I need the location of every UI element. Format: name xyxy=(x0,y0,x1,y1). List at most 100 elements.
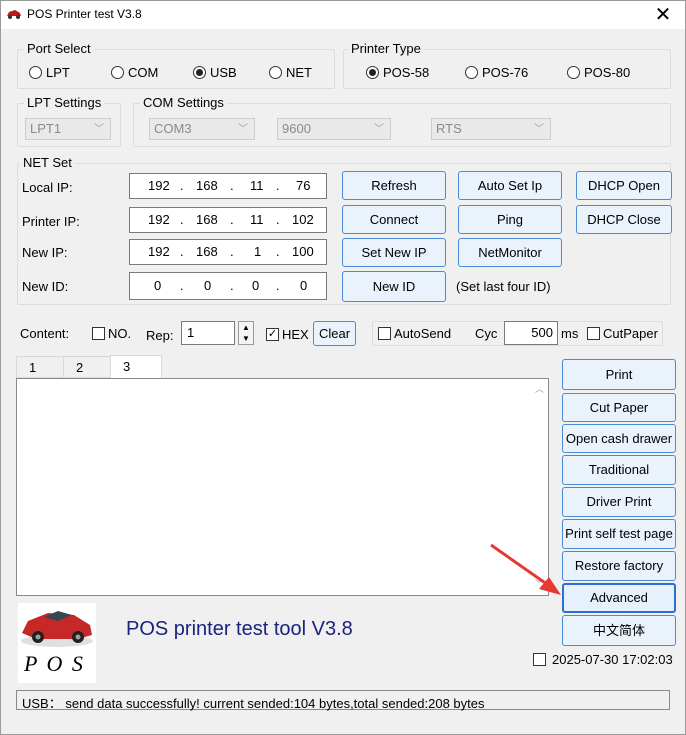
pos-logo: P O S xyxy=(18,603,96,683)
tool-title: POS printer test tool V3.8 xyxy=(126,618,353,640)
radio-pos58-circle xyxy=(366,66,379,79)
status-bar: USB： send data successfully! current sen… xyxy=(16,690,670,711)
flow-control-value: RTS xyxy=(436,121,462,136)
content-label: Content: xyxy=(20,326,70,341)
com-port-value: COM3 xyxy=(154,121,192,136)
app-window: POS Printer test V3.8 ✕ Port Select LPT … xyxy=(0,0,686,735)
printer-type-label: Printer Type xyxy=(348,41,424,56)
ip-dot: . xyxy=(276,244,280,259)
content-textarea[interactable] xyxy=(16,378,549,596)
hex-checkbox-label: HEX xyxy=(282,327,309,342)
tab-2[interactable]: 2 xyxy=(63,356,111,378)
net-set-label: NET Set xyxy=(20,155,75,170)
auto-set-ip-button[interactable]: Auto Set Ip xyxy=(458,171,562,200)
new-id-button[interactable]: New ID xyxy=(342,271,446,302)
radio-net[interactable]: NET xyxy=(269,65,312,80)
window-title: POS Printer test V3.8 xyxy=(27,7,142,21)
id-octet: 0 xyxy=(204,278,212,293)
chinese-simplified-button[interactable]: 中文简体 xyxy=(562,615,676,646)
rep-spinner[interactable]: ▲ ▼ xyxy=(238,321,254,345)
ip-dot: . xyxy=(180,178,184,193)
cyc-value: 500 xyxy=(531,325,553,340)
radio-lpt[interactable]: LPT xyxy=(29,65,70,80)
ip-octet: 192 xyxy=(148,178,170,193)
new-ip-input[interactable]: 192 . 168 . 1 . 100 xyxy=(129,239,327,265)
print-self-test-page-button[interactable]: Print self test page xyxy=(562,519,676,549)
spin-up-icon[interactable]: ▲ xyxy=(242,323,250,332)
cutpaper-checkbox[interactable]: CutPaper xyxy=(587,326,658,341)
ip-octet: 1 xyxy=(254,244,262,259)
ip-dot: . xyxy=(276,278,280,293)
no-checkbox[interactable]: NO. xyxy=(92,326,131,341)
restore-factory-button[interactable]: Restore factory xyxy=(562,551,676,581)
radio-usb-label: USB xyxy=(210,65,237,80)
ip-dot: . xyxy=(180,212,184,227)
net-monitor-button[interactable]: NetMonitor xyxy=(458,238,562,267)
dhcp-open-button[interactable]: DHCP Open xyxy=(576,171,672,200)
radio-pos58-label: POS-58 xyxy=(383,65,430,80)
hex-checkbox[interactable]: ✓ HEX xyxy=(266,327,309,342)
radio-pos76[interactable]: POS-76 xyxy=(465,65,528,80)
com-port-combo[interactable]: COM3 ﹀ xyxy=(149,118,255,140)
ip-octet: 11 xyxy=(250,212,264,227)
radio-pos80[interactable]: POS-80 xyxy=(567,65,630,80)
no-checkbox-label: NO. xyxy=(108,326,132,341)
dhcp-close-button[interactable]: DHCP Close xyxy=(576,205,672,234)
ip-dot: . xyxy=(276,178,280,193)
scroll-up-icon[interactable]: ︿ xyxy=(535,382,544,395)
radio-com[interactable]: COM xyxy=(111,65,158,80)
radio-com-circle xyxy=(111,66,124,79)
new-id-input[interactable]: 0 . 0 . 0 . 0 xyxy=(129,272,327,300)
chevron-down-icon: ﹀ xyxy=(238,124,248,135)
radio-pos80-circle xyxy=(567,66,580,79)
print-button[interactable]: Print xyxy=(562,359,676,390)
autosend-checkbox[interactable]: AutoSend xyxy=(378,326,451,341)
id-octet: 0 xyxy=(154,278,162,293)
chevron-down-icon: ﹀ xyxy=(94,124,104,135)
printer-ip-label: Printer IP: xyxy=(22,214,80,229)
spin-down-icon[interactable]: ▼ xyxy=(242,334,250,343)
tab-3[interactable]: 3 xyxy=(110,355,162,379)
red-car-icon xyxy=(21,611,93,647)
close-icon[interactable]: ✕ xyxy=(651,2,675,28)
connect-button[interactable]: Connect xyxy=(342,205,446,234)
radio-pos58[interactable]: POS-58 xyxy=(366,65,429,80)
cyc-input[interactable]: 500 xyxy=(504,321,558,345)
ip-octet: 100 xyxy=(292,244,314,259)
radio-usb[interactable]: USB xyxy=(193,65,237,80)
ip-octet: 168 xyxy=(196,178,218,193)
baud-rate-combo[interactable]: 9600 ﹀ xyxy=(277,118,391,140)
cut-paper-button[interactable]: Cut Paper xyxy=(562,393,676,422)
ip-dot: . xyxy=(230,212,234,227)
flow-control-combo[interactable]: RTS ﹀ xyxy=(431,118,551,140)
clear-button[interactable]: Clear xyxy=(313,321,356,346)
datetime-value: 2025-07-30 17:02:03 xyxy=(552,652,673,667)
radio-lpt-circle xyxy=(29,66,42,79)
ip-dot: . xyxy=(230,244,234,259)
advanced-button[interactable]: Advanced xyxy=(562,583,676,613)
refresh-button[interactable]: Refresh xyxy=(342,171,446,200)
radio-lpt-label: LPT xyxy=(46,65,70,80)
radio-com-label: COM xyxy=(128,65,159,80)
set-new-ip-button[interactable]: Set New IP xyxy=(342,238,446,267)
rep-input[interactable]: 1 xyxy=(181,321,235,345)
open-cash-drawer-button[interactable]: Open cash drawer xyxy=(562,424,676,453)
autosend-label: AutoSend xyxy=(394,326,452,341)
local-ip-input[interactable]: 192 . 168 . 11 . 76 xyxy=(129,173,327,199)
hex-checkbox-box: ✓ xyxy=(266,328,279,341)
rep-value: 1 xyxy=(187,325,195,340)
radio-net-circle xyxy=(269,66,282,79)
ip-octet: 11 xyxy=(250,178,264,193)
lpt-settings-label: LPT Settings xyxy=(24,95,105,110)
local-ip-label: Local IP: xyxy=(22,180,73,195)
driver-print-button[interactable]: Driver Print xyxy=(562,487,676,517)
datetime-checkbox[interactable]: 2025-07-30 17:02:03 xyxy=(533,652,673,667)
traditional-button[interactable]: Traditional xyxy=(562,455,676,485)
printer-ip-input[interactable]: 192 . 168 . 11 . 102 xyxy=(129,207,327,233)
new-id-label: New ID: xyxy=(22,279,69,294)
id-octet: 0 xyxy=(252,278,260,293)
ping-button[interactable]: Ping xyxy=(458,205,562,234)
lpt-port-combo[interactable]: LPT1 ﹀ xyxy=(25,118,111,140)
datetime-checkbox-box xyxy=(533,653,546,666)
tab-1[interactable]: 1 xyxy=(16,356,64,378)
